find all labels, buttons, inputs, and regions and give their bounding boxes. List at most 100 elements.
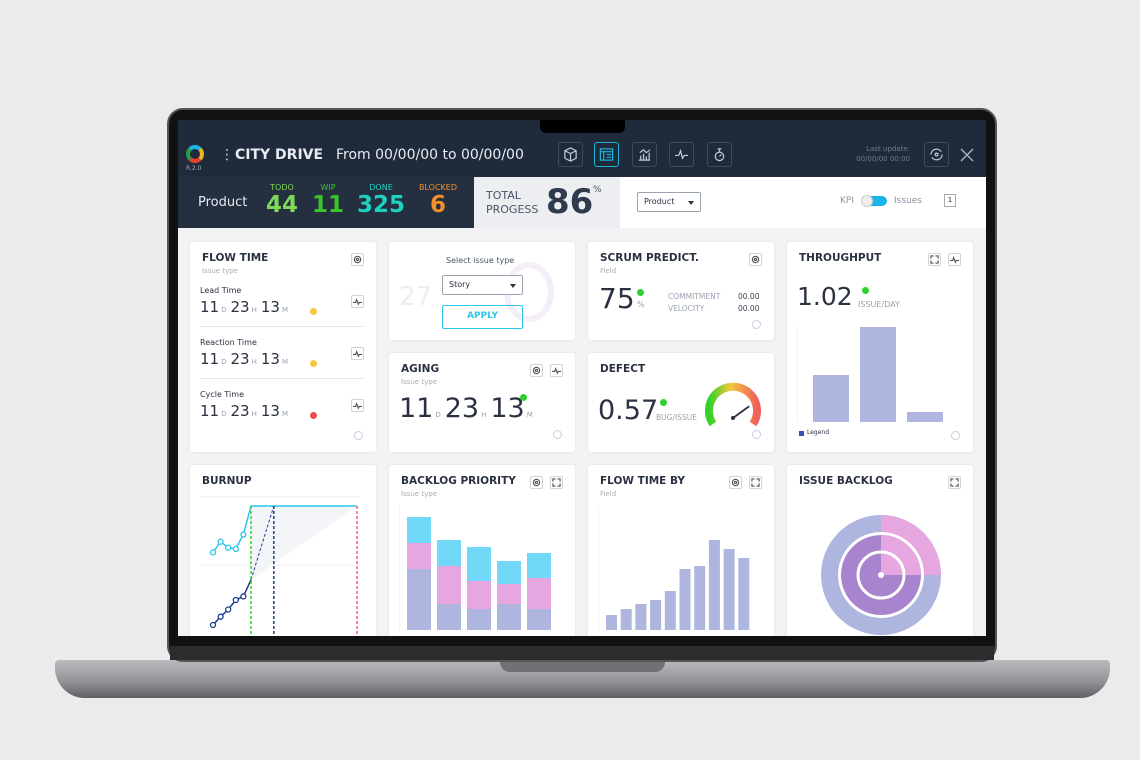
info-icon[interactable] — [752, 320, 761, 329]
done-point — [209, 621, 217, 629]
stat-wip[interactable]: WIP 11 — [298, 183, 358, 218]
progress-label-2: PROGESS — [486, 203, 539, 216]
stat-done[interactable]: DONE 325 — [351, 183, 411, 218]
expand-icon[interactable] — [948, 476, 961, 489]
days-unit: D — [435, 411, 441, 419]
info-icon[interactable] — [752, 430, 761, 439]
flow-time-bar — [723, 549, 735, 630]
expand-icon[interactable] — [550, 476, 563, 489]
expand-icon[interactable] — [928, 253, 941, 266]
apply-button[interactable]: APPLY — [442, 305, 523, 329]
pulse-icon[interactable] — [351, 347, 364, 360]
settings-icon[interactable] — [749, 253, 762, 266]
backlog-bar-segment — [497, 584, 521, 604]
settings-icon[interactable] — [530, 476, 543, 489]
burnup-chart — [200, 496, 360, 635]
info-icon[interactable] — [354, 431, 363, 440]
info-icon[interactable] — [951, 431, 960, 440]
scrum-value: 75 — [599, 282, 635, 315]
issue-type-select[interactable]: Story — [442, 275, 523, 295]
scope-point — [217, 538, 224, 545]
aging-card: AGING Issue type 11 D 23 H 13 M — [389, 353, 575, 452]
settings-icon[interactable] — [351, 253, 364, 266]
stats-bar: Product TODO 44 WIP 11 DONE 325 BLOCKED 6 — [178, 177, 474, 228]
throughput-card: THROUGHPUT 1.02 ISSUE/DAY Legend — [787, 242, 973, 452]
divider — [200, 378, 364, 379]
row-label: Lead Time — [200, 286, 242, 295]
backlog-bar-segment — [527, 578, 551, 609]
pulse-icon[interactable] — [351, 295, 364, 308]
backlog-bar-segment — [407, 569, 431, 630]
done-point — [232, 596, 239, 604]
hours: 23 — [444, 393, 480, 424]
flow-time-bar — [664, 591, 676, 630]
product-select[interactable]: Product — [637, 192, 701, 212]
status-dot — [310, 360, 317, 367]
backlog-bar-segment — [527, 609, 551, 630]
card-subtitle: Issue type — [202, 267, 238, 275]
backlog-bar-segment — [437, 540, 461, 566]
app-logo — [186, 145, 204, 163]
backlog-bar-segment — [407, 517, 431, 543]
flow-time-bar — [738, 558, 750, 630]
throughput-bar — [907, 412, 943, 422]
defect-value: 0.57 — [598, 395, 659, 426]
chart-icon[interactable] — [632, 142, 657, 167]
throughput-bar — [860, 327, 896, 422]
close-icon[interactable] — [960, 147, 974, 162]
done-point — [225, 606, 232, 613]
expand-icon[interactable] — [749, 476, 762, 489]
page-number[interactable]: 1 — [944, 194, 956, 207]
total-progress: TOTAL PROGESS 86 % — [474, 177, 620, 228]
backlog-bar-segment — [467, 581, 491, 609]
card-subtitle: Issue type — [401, 490, 437, 498]
card-subtitle: Field — [600, 267, 617, 275]
status-dot — [520, 394, 527, 401]
kpi-issues-toggle[interactable] — [861, 195, 887, 207]
faded-value: 27 — [399, 282, 433, 312]
timer-icon[interactable] — [707, 142, 732, 167]
backlog-bar-segment — [527, 553, 551, 578]
progress-unit: % — [593, 185, 602, 195]
date-range[interactable]: From 00/00/00 to 00/00/00 — [336, 147, 524, 163]
dashboard-icon[interactable] — [594, 142, 619, 167]
flow-time-bar — [635, 604, 647, 630]
scrum-values: 00.00 00.00 — [738, 291, 759, 315]
info-icon[interactable] — [553, 430, 562, 439]
stat-value: 325 — [356, 192, 405, 218]
flow-time-bar — [650, 600, 662, 630]
settings-icon[interactable] — [729, 476, 742, 489]
pulse-icon[interactable] — [550, 364, 563, 377]
row-duration: 11 D 23 H 13 M — [200, 298, 288, 316]
card-title: AGING — [401, 363, 440, 375]
app-screen: R.2.0 ⋮ CITY DRIVE From 00/00/00 to 00/0… — [178, 120, 986, 636]
card-subtitle: Issue type — [401, 378, 437, 386]
status-dot — [660, 399, 667, 406]
menu-icon[interactable]: ⋮ — [220, 147, 234, 163]
throughput-value: 1.02 — [797, 282, 853, 311]
sync-icon[interactable] — [924, 142, 949, 167]
defect-card: DEFECT 0.57 BUG/ISSUE — [588, 353, 774, 452]
select-label: Select issue type — [446, 256, 515, 265]
pulse-icon[interactable] — [351, 399, 364, 412]
row-duration: 11 D 23 H 13 M — [200, 350, 288, 368]
throughput-chart — [797, 324, 943, 422]
defect-unit: BUG/ISSUE — [656, 413, 697, 422]
issue-backlog-card: ISSUE BACKLOG — [787, 465, 973, 636]
backlog-bar-segment — [497, 604, 521, 630]
defect-gauge — [705, 382, 761, 427]
days: 11 — [399, 393, 434, 424]
aging-duration: 11 D 23 H 13 M — [399, 393, 537, 424]
pulse-icon[interactable] — [669, 142, 694, 167]
flow-time-bar — [606, 615, 617, 630]
card-title: DEFECT — [600, 363, 646, 375]
row-label: Cycle Time — [200, 390, 244, 399]
card-title: BURNUP — [202, 475, 252, 487]
velocity-label: VELOCITY — [668, 304, 705, 313]
pulse-icon[interactable] — [948, 253, 961, 266]
settings-icon[interactable] — [530, 364, 543, 377]
progress-value: 86 — [546, 182, 594, 222]
cube-icon[interactable] — [558, 142, 583, 167]
chevron-down-icon — [510, 284, 516, 291]
stat-blocked[interactable]: BLOCKED 6 — [408, 183, 468, 218]
